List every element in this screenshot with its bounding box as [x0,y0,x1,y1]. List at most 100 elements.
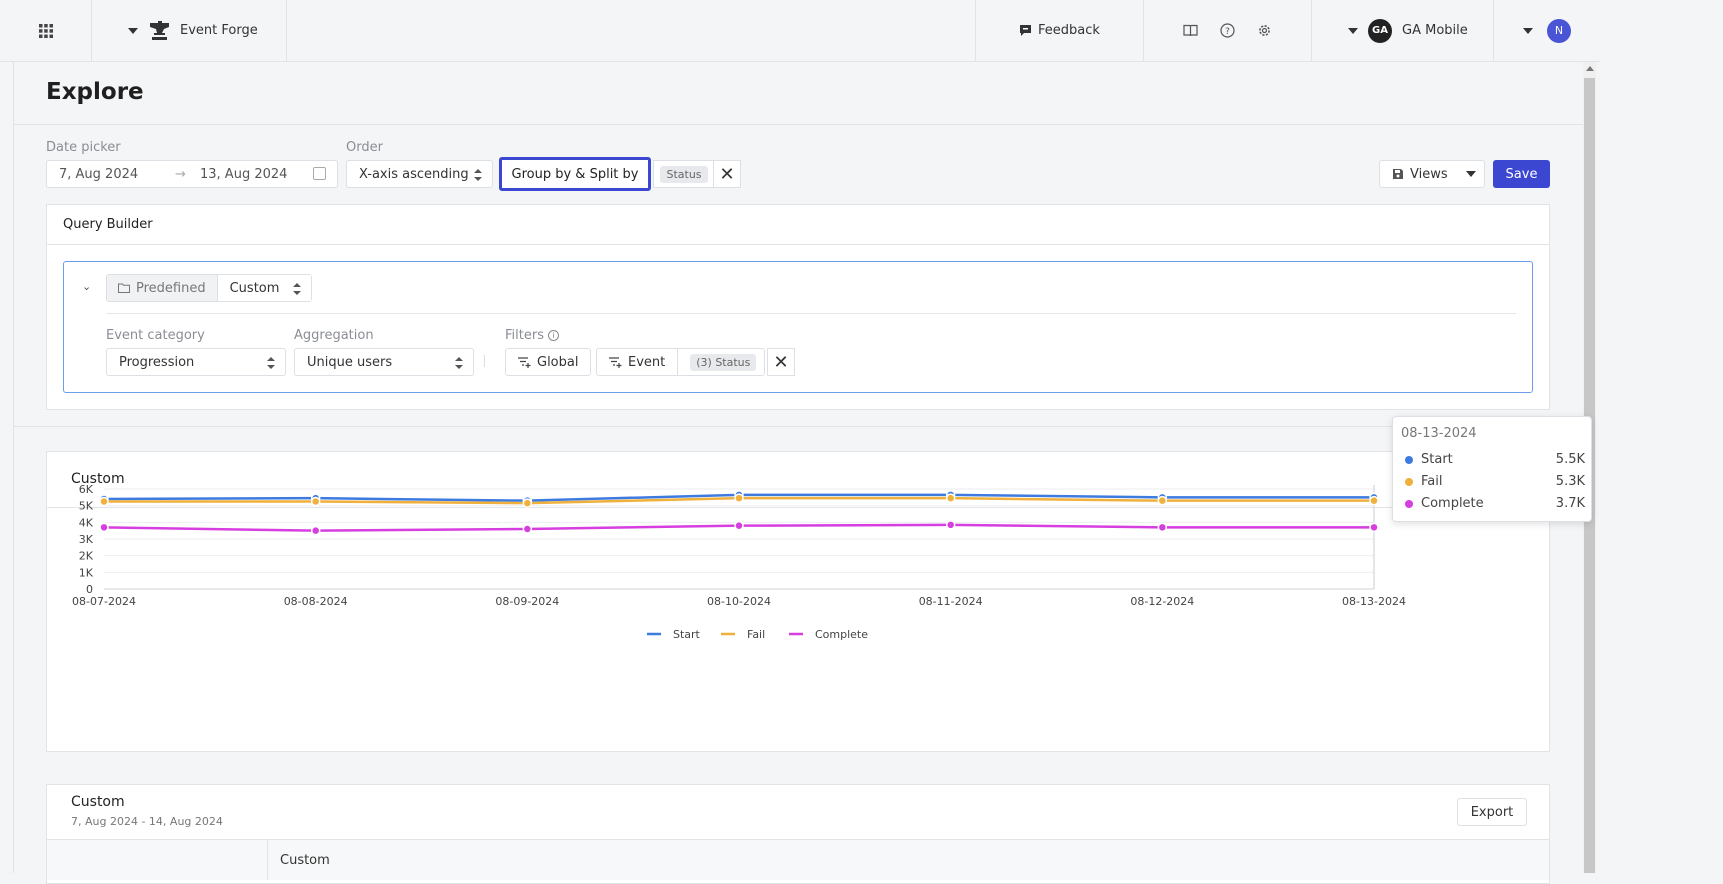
scroll-up-arrow-icon[interactable] [1586,66,1594,71]
divider [14,426,1583,427]
y-tick-label: 1K [79,566,94,579]
group-by-status-chip[interactable]: Status [653,160,715,188]
divider [484,355,485,367]
docs-book-icon[interactable] [1183,24,1198,37]
clear-group-by-button[interactable]: ✕ [713,160,741,188]
query-builder-panel: Query Builder ⌄ Predefined Custom Event … [46,204,1550,410]
event-filter-button[interactable]: Event (3) Status [596,348,766,376]
legend-label: Complete [815,628,868,641]
tooltip-row: Fail 5.3K [1405,474,1585,489]
collapse-chevron-icon[interactable]: ⌄ [82,280,91,293]
global-filter-label: Global [537,354,579,370]
y-tick-label: 2K [79,550,94,563]
data-point-complete [310,525,321,536]
data-point-fail [522,498,533,508]
legend-label: Start [673,628,701,641]
legend-label: Fail [747,628,765,641]
tooltip-series-name: Fail [1421,474,1443,489]
table-column-header[interactable]: Custom [280,853,330,868]
tooltip-series-name: Complete [1421,496,1484,511]
chevron-down-icon [128,27,138,34]
export-button[interactable]: Export [1457,798,1527,826]
studio-selector[interactable]: GA GA Mobile [1312,0,1494,61]
date-range-picker[interactable]: 7, Aug 2024 → 13, Aug 2024 [46,160,338,188]
help-icon[interactable]: ? [1220,23,1235,38]
order-label: Order [346,140,383,155]
group-by-label: Group by & Split by [511,166,639,182]
sort-updown-icon [293,283,302,295]
x-tick-label: 08-08-2024 [284,595,348,608]
save-label: Save [1505,166,1538,182]
page-title: Explore [46,79,144,105]
group-by-split-by-button[interactable]: Group by & Split by [499,157,651,191]
global-filter-button[interactable]: Global [505,348,592,376]
filters-label-text: Filters [505,328,544,343]
calendar-icon [313,167,326,180]
studio-name: GA Mobile [1402,23,1468,38]
chart-panel: Custom 0 1K 2K 3K 4K 5K 6K 08-07-2024 08-08-2024… [46,451,1550,752]
data-point-fail [310,496,321,507]
data-point-fail [734,493,744,503]
mode-custom-select[interactable]: Custom [217,275,312,301]
order-select[interactable]: X-axis ascending [346,160,493,188]
chevron-down-icon [1465,171,1476,177]
aggregation-select[interactable]: Unique users [294,348,474,376]
mode-predefined-button[interactable]: Predefined [107,275,218,301]
x-tick-label: 08-12-2024 [1130,595,1194,608]
data-point-complete [734,520,744,531]
chart-tooltip: 08-13-2024 Start 5.5K Fail 5.3K Complete… [1392,416,1592,522]
sort-updown-icon [267,357,275,369]
views-label: Views [1410,166,1448,182]
game-selector[interactable]: Event Forge [92,0,287,61]
studio-avatar: GA [1368,18,1392,43]
query-builder-title: Query Builder [63,217,153,232]
status-tag: Status [660,165,708,183]
close-icon: ✕ [719,163,735,185]
data-point-fail [1157,495,1168,506]
user-menu[interactable]: N [1494,0,1600,61]
close-icon: ✕ [773,351,789,373]
filter-add-icon [518,356,531,368]
apps-menu-button[interactable] [0,0,92,61]
sort-updown-icon [474,169,482,181]
arrow-right-icon: → [175,166,186,182]
export-label: Export [1470,804,1514,820]
feedback-button[interactable]: Feedback [975,0,1144,61]
tooltip-series-value: 5.3K [1555,474,1585,489]
event-filter-tag: (3) Status [690,353,757,371]
data-point-complete [1157,522,1168,533]
table-panel: Custom 7, Aug 2024 - 14, Aug 2024 Export… [46,784,1550,884]
table-title: Custom [71,794,125,810]
info-icon[interactable]: i [547,330,559,341]
x-tick-label: 08-11-2024 [919,595,983,608]
save-disk-icon [1393,169,1403,179]
divider [14,124,1583,125]
tooltip-series-name: Start [1421,452,1453,467]
views-dropdown-button[interactable]: Views [1379,160,1485,188]
data-point-complete [1369,522,1379,533]
save-button[interactable]: Save [1493,160,1550,188]
data-point-complete [945,520,956,530]
data-point-fail [1369,495,1379,506]
left-rail [0,62,14,873]
query-card: ⌄ Predefined Custom Event category Progr… [63,261,1533,393]
remove-event-filter-button[interactable]: ✕ [767,348,795,376]
table-header [47,840,1549,880]
y-tick-label: 5K [79,500,94,513]
date-start[interactable]: 7, Aug 2024 [59,167,138,182]
legend-dot-icon [1405,455,1413,464]
settings-gear-icon[interactable] [1257,23,1272,38]
event-category-select[interactable]: Progression [106,348,286,376]
apps-grid-icon [38,23,53,38]
date-end[interactable]: 13, Aug 2024 [200,167,287,182]
feedback-label: Feedback [1038,23,1100,38]
mode-custom-label: Custom [229,280,280,296]
legend-dot-icon [1405,477,1413,486]
line-chart[interactable]: 01K2K3K4K5K6K08-07-2024 08-08-2024 08-09-2… [47,452,1551,753]
data-point-complete [99,522,109,533]
y-tick-label: 4K [79,516,94,529]
legend-dot-icon [1405,499,1413,508]
tooltip-series-value: 3.7K [1555,496,1585,511]
order-value: X-axis ascending [359,166,469,182]
